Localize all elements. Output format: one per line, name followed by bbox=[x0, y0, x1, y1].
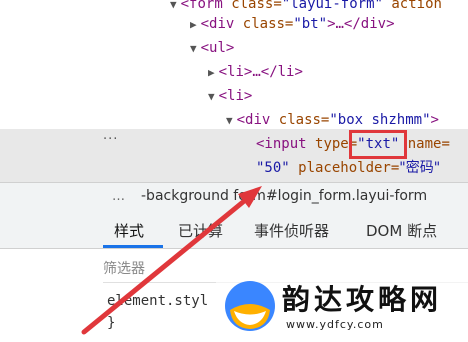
watermark: 韵达攻略网 www.ydfcy.com bbox=[216, 268, 468, 342]
site-logo-icon bbox=[225, 281, 275, 331]
watermark-url: www.ydfcy.com bbox=[286, 318, 384, 331]
watermark-title: 韵达攻略网 bbox=[282, 283, 443, 316]
